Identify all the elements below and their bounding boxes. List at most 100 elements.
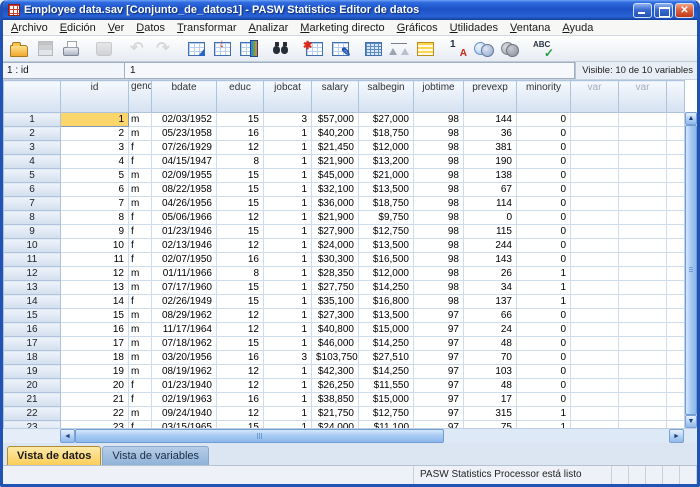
cell[interactable]: 315 bbox=[464, 407, 517, 421]
cell[interactable]: 98 bbox=[414, 295, 464, 309]
cell[interactable]: $27,300 bbox=[312, 309, 359, 323]
row-header[interactable]: 10 bbox=[4, 239, 61, 253]
cell[interactable]: f bbox=[129, 225, 152, 239]
cell[interactable]: 04/26/1956 bbox=[152, 197, 217, 211]
cell[interactable] bbox=[619, 155, 667, 169]
cell[interactable]: $21,450 bbox=[312, 141, 359, 155]
cell[interactable]: 67 bbox=[464, 183, 517, 197]
cell[interactable]: 17 bbox=[61, 337, 129, 351]
scroll-down-arrow[interactable]: ▼ bbox=[685, 415, 697, 428]
cell[interactable]: 144 bbox=[464, 113, 517, 127]
cell[interactable]: 0 bbox=[517, 225, 571, 239]
cell[interactable]: 15 bbox=[217, 197, 264, 211]
cell[interactable]: 98 bbox=[414, 141, 464, 155]
cell[interactable]: 1 bbox=[517, 281, 571, 295]
insert-variable-icon[interactable] bbox=[328, 38, 352, 59]
cell[interactable] bbox=[619, 267, 667, 281]
show-value-labels-icon[interactable] bbox=[446, 38, 470, 59]
cell[interactable]: $11,550 bbox=[359, 379, 414, 393]
cell[interactable]: 98 bbox=[414, 211, 464, 225]
row-header[interactable]: 13 bbox=[4, 281, 61, 295]
cell[interactable] bbox=[571, 127, 619, 141]
cell[interactable]: $21,750 bbox=[312, 407, 359, 421]
menu-ayuda[interactable]: Ayuda bbox=[556, 21, 599, 35]
cell[interactable]: 1 bbox=[264, 267, 312, 281]
cell[interactable]: 05/06/1966 bbox=[152, 211, 217, 225]
horizontal-scroll-thumb[interactable] bbox=[75, 429, 444, 443]
cell[interactable]: 0 bbox=[517, 253, 571, 267]
cell[interactable]: 12 bbox=[217, 309, 264, 323]
column-header-var-11[interactable]: var bbox=[619, 81, 667, 113]
cell[interactable]: 1 bbox=[61, 113, 129, 127]
cell[interactable]: 1 bbox=[264, 323, 312, 337]
cell[interactable]: f bbox=[129, 141, 152, 155]
cell[interactable]: 98 bbox=[414, 113, 464, 127]
scroll-right-arrow[interactable]: ► bbox=[669, 429, 684, 443]
cell[interactable]: 1 bbox=[264, 127, 312, 141]
cell[interactable]: f bbox=[129, 421, 152, 429]
cell[interactable]: 12 bbox=[217, 407, 264, 421]
menu-transformar[interactable]: Transformar bbox=[171, 21, 243, 35]
cell[interactable]: 98 bbox=[414, 267, 464, 281]
cell[interactable]: 48 bbox=[464, 337, 517, 351]
cell[interactable] bbox=[571, 295, 619, 309]
cell[interactable]: 98 bbox=[414, 239, 464, 253]
column-header-salbegin[interactable]: salbegin bbox=[359, 81, 414, 113]
cell[interactable]: f bbox=[129, 155, 152, 169]
cell[interactable]: 16 bbox=[217, 127, 264, 141]
menu-edicion[interactable]: Edición bbox=[54, 21, 102, 35]
cell[interactable]: 97 bbox=[414, 337, 464, 351]
cell[interactable]: 97 bbox=[414, 351, 464, 365]
cell[interactable]: 11/17/1964 bbox=[152, 323, 217, 337]
vertical-scroll-thumb[interactable] bbox=[685, 125, 697, 415]
cell[interactable]: 8 bbox=[217, 267, 264, 281]
cell[interactable]: $18,750 bbox=[359, 197, 414, 211]
cell[interactable] bbox=[619, 393, 667, 407]
cell[interactable]: m bbox=[129, 169, 152, 183]
cell[interactable]: 137 bbox=[464, 295, 517, 309]
cell[interactable]: 26 bbox=[464, 267, 517, 281]
cell[interactable]: 98 bbox=[414, 183, 464, 197]
cell[interactable]: 0 bbox=[517, 183, 571, 197]
cell[interactable]: 04/15/1947 bbox=[152, 155, 217, 169]
cell[interactable] bbox=[571, 365, 619, 379]
cell[interactable]: $16,500 bbox=[359, 253, 414, 267]
cell[interactable]: $21,900 bbox=[312, 155, 359, 169]
cell[interactable] bbox=[619, 183, 667, 197]
cell[interactable]: 36 bbox=[464, 127, 517, 141]
cell[interactable]: f bbox=[129, 253, 152, 267]
cell[interactable] bbox=[571, 421, 619, 429]
cell[interactable]: 103 bbox=[464, 365, 517, 379]
cell[interactable]: $32,100 bbox=[312, 183, 359, 197]
column-header-id[interactable]: id bbox=[61, 81, 129, 113]
cell[interactable] bbox=[571, 169, 619, 183]
cell[interactable]: 02/03/1952 bbox=[152, 113, 217, 127]
cell[interactable]: 11 bbox=[61, 253, 129, 267]
row-header[interactable]: 23 bbox=[4, 421, 61, 429]
cell[interactable]: 3 bbox=[264, 351, 312, 365]
cell[interactable] bbox=[619, 337, 667, 351]
cell[interactable]: $18,750 bbox=[359, 127, 414, 141]
row-header[interactable]: 21 bbox=[4, 393, 61, 407]
cell[interactable]: $27,750 bbox=[312, 281, 359, 295]
cell[interactable]: 0 bbox=[517, 337, 571, 351]
cell[interactable] bbox=[619, 113, 667, 127]
minimize-button[interactable] bbox=[633, 3, 652, 18]
cell[interactable]: 97 bbox=[414, 393, 464, 407]
cell[interactable] bbox=[571, 211, 619, 225]
cell[interactable]: $24,000 bbox=[312, 239, 359, 253]
cell[interactable]: 01/11/1966 bbox=[152, 267, 217, 281]
cell[interactable]: 16 bbox=[217, 253, 264, 267]
cell-editor[interactable]: 1 bbox=[125, 62, 575, 79]
cell[interactable]: 0 bbox=[517, 393, 571, 407]
cell[interactable]: 0 bbox=[517, 169, 571, 183]
open-file-icon[interactable] bbox=[7, 38, 31, 59]
cell[interactable]: 1 bbox=[264, 141, 312, 155]
row-header[interactable]: 15 bbox=[4, 309, 61, 323]
cell[interactable]: 98 bbox=[414, 197, 464, 211]
cell[interactable]: 02/26/1949 bbox=[152, 295, 217, 309]
cell[interactable]: 98 bbox=[414, 225, 464, 239]
column-header-bdate[interactable]: bdate bbox=[152, 81, 217, 113]
cell[interactable]: 0 bbox=[517, 379, 571, 393]
cell[interactable]: 1 bbox=[264, 225, 312, 239]
